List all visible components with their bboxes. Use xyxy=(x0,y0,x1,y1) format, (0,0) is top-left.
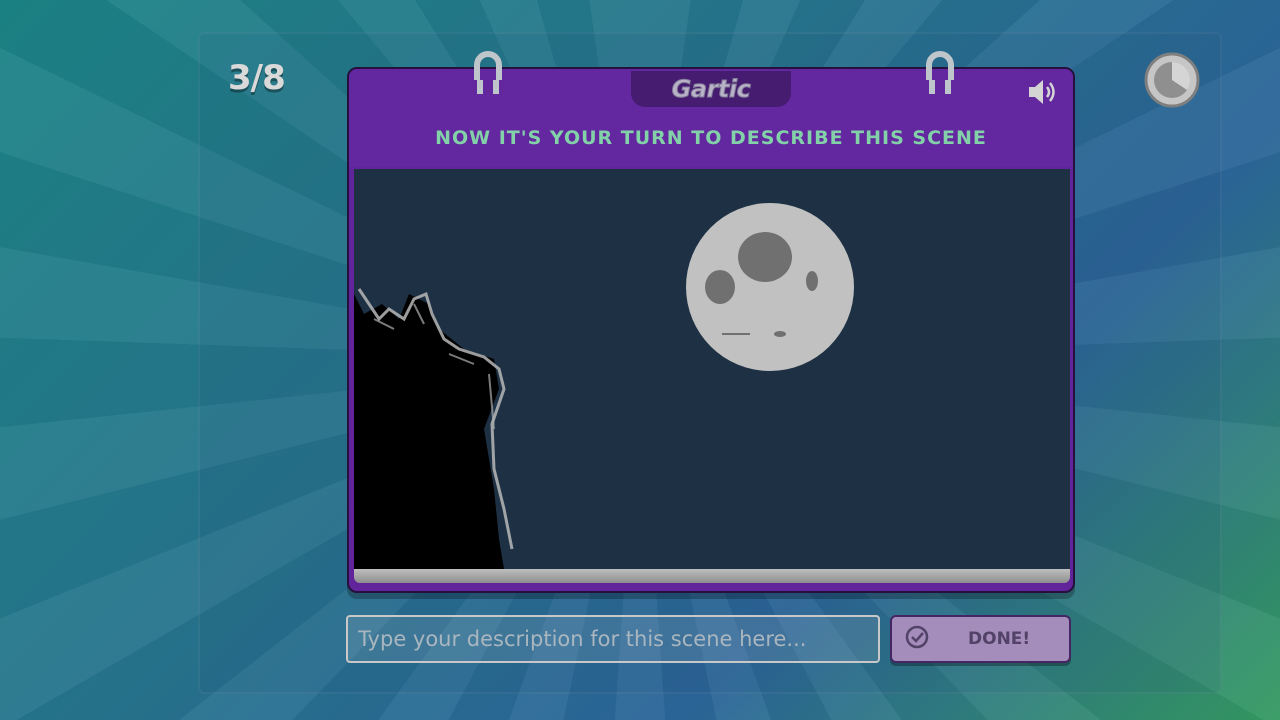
brand-tab: Gartic xyxy=(631,71,791,107)
moon xyxy=(686,203,854,371)
sketchbook: Gartic NOW IT'S YOUR TURN TO DESCRIBE TH… xyxy=(347,67,1075,593)
round-counter: 3/8 xyxy=(228,58,286,98)
speaker-icon[interactable] xyxy=(1025,77,1059,107)
drawing-canvas xyxy=(354,169,1070,569)
check-icon xyxy=(904,624,930,655)
dark-figure xyxy=(354,294,504,569)
scene-drawing xyxy=(354,203,854,569)
brand-logo: Gartic xyxy=(671,75,751,104)
binder-ring-right xyxy=(925,51,955,102)
done-button[interactable]: DONE! xyxy=(890,615,1071,663)
page-edge xyxy=(354,569,1070,583)
description-input[interactable] xyxy=(346,615,880,663)
book-header: Gartic NOW IT'S YOUR TURN TO DESCRIBE TH… xyxy=(349,69,1073,167)
instruction-text: NOW IT'S YOUR TURN TO DESCRIBE THIS SCEN… xyxy=(435,127,987,149)
timer-icon xyxy=(1143,51,1201,109)
binder-ring-left xyxy=(473,51,503,102)
done-button-label: DONE! xyxy=(968,629,1031,649)
